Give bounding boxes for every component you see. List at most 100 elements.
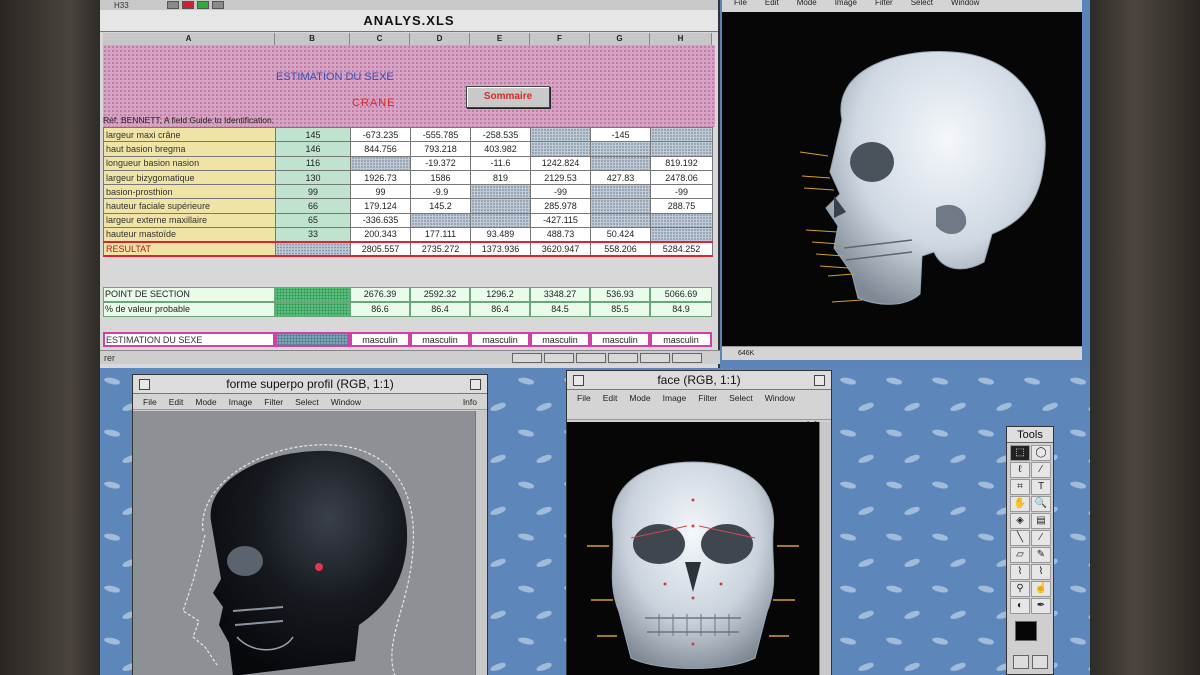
menu-filter[interactable]: Filter <box>875 0 893 12</box>
value-cell[interactable] <box>590 141 651 157</box>
value-cell[interactable]: -673.235 <box>350 126 411 143</box>
value-cell[interactable] <box>590 184 651 200</box>
type-tool-icon[interactable]: T <box>1031 479 1051 495</box>
pencil-tool-icon[interactable]: ✎ <box>1031 547 1051 563</box>
value-cell[interactable] <box>650 212 713 229</box>
measure-cell[interactable]: 65 <box>275 212 351 229</box>
value-cell[interactable]: 1296.2 <box>470 287 530 302</box>
bucket-tool-icon[interactable]: ◈ <box>1010 513 1030 529</box>
value-cell[interactable]: masculin <box>650 332 712 347</box>
value-cell[interactable] <box>470 198 531 214</box>
value-cell[interactable]: 536.93 <box>590 287 650 302</box>
value-cell[interactable] <box>470 184 531 200</box>
column-header-b[interactable]: B <box>275 33 350 45</box>
vertical-scrollbar[interactable] <box>475 411 487 675</box>
menu-window[interactable]: Window <box>765 391 795 405</box>
lasso-tool-icon[interactable]: ℓ <box>1010 462 1030 478</box>
measure-cell[interactable]: 130 <box>275 169 351 186</box>
menu-file[interactable]: File <box>577 391 591 405</box>
value-cell[interactable]: 427.83 <box>590 169 651 186</box>
value-cell[interactable]: 5066.69 <box>650 287 712 302</box>
menu-filter[interactable]: Filter <box>264 394 283 409</box>
value-cell[interactable]: 179.124 <box>350 198 411 214</box>
value-cell[interactable]: 2129.53 <box>530 169 591 186</box>
eyedropper-tool-icon[interactable]: ⁄ <box>1031 530 1051 546</box>
value-cell[interactable]: 403.982 <box>470 141 531 157</box>
menu-edit[interactable]: Edit <box>169 394 184 409</box>
menu-select[interactable]: Select <box>729 391 753 405</box>
menu-image[interactable]: Image <box>835 0 857 12</box>
marquee-tool-icon[interactable]: ⬚ <box>1010 445 1030 461</box>
value-cell[interactable]: 84.5 <box>530 302 590 317</box>
image-canvas[interactable] <box>567 422 819 675</box>
measure-cell[interactable]: 116 <box>275 155 351 171</box>
menu-filter[interactable]: Filter <box>698 391 717 405</box>
value-cell[interactable]: 819 <box>470 169 531 186</box>
value-cell[interactable]: 1242.824 <box>530 155 591 171</box>
result-cell[interactable]: 1373.936 <box>470 240 531 258</box>
title-bar[interactable]: forme superpo profil (RGB, 1:1) <box>133 375 487 394</box>
value-cell[interactable]: -11.6 <box>470 155 531 171</box>
row-label[interactable]: largeur maxi crâne <box>103 126 276 143</box>
value-cell[interactable] <box>470 212 531 229</box>
vertical-scrollbar[interactable] <box>819 422 831 675</box>
result-cell[interactable]: 558.206 <box>590 240 651 258</box>
result-blank-cell[interactable] <box>275 240 351 258</box>
blank-cell[interactable] <box>275 287 350 302</box>
airbrush-tool-icon[interactable]: ⌇ <box>1010 564 1030 580</box>
value-cell[interactable]: -145 <box>590 126 651 143</box>
result-cell[interactable]: 3620.947 <box>530 240 591 258</box>
value-cell[interactable]: 85.5 <box>590 302 650 317</box>
value-cell[interactable] <box>530 126 591 143</box>
menu-image[interactable]: Image <box>663 391 687 405</box>
value-cell[interactable]: -555.785 <box>410 126 471 143</box>
menu-mode[interactable]: Mode <box>629 391 650 405</box>
close-box-icon[interactable] <box>573 375 584 386</box>
value-cell[interactable]: 288.75 <box>650 198 713 214</box>
value-cell[interactable]: 86.4 <box>410 302 470 317</box>
hand-tool-icon[interactable]: ✋ <box>1010 496 1030 512</box>
foreground-color-swatch[interactable] <box>1015 621 1037 641</box>
dodge-tool-icon[interactable]: ◐ <box>1010 598 1030 614</box>
menu-window[interactable]: Window <box>951 0 979 12</box>
blank-cell[interactable] <box>275 302 350 317</box>
row-label[interactable]: largeur externe maxillaire <box>103 212 276 229</box>
lasso-ellipse-tool-icon[interactable]: ◯ <box>1031 445 1051 461</box>
value-cell[interactable]: 819.192 <box>650 155 713 171</box>
value-cell[interactable] <box>650 141 713 157</box>
value-cell[interactable] <box>650 126 713 143</box>
row-label[interactable]: largeur bizygomatique <box>103 169 276 186</box>
title-bar[interactable]: face (RGB, 1:1) <box>567 371 831 390</box>
brush-tool-icon[interactable]: ⌇ <box>1031 564 1051 580</box>
value-cell[interactable]: 1586 <box>410 169 471 186</box>
row-label[interactable]: basion-prosthion <box>103 184 276 200</box>
row-label[interactable]: longueur basion nasion <box>103 155 276 171</box>
value-cell[interactable]: 1926.73 <box>350 169 411 186</box>
value-cell[interactable]: -336.635 <box>350 212 411 229</box>
value-cell[interactable]: 86.6 <box>350 302 410 317</box>
zoom-box-icon[interactable] <box>470 379 481 390</box>
value-cell[interactable]: -258.535 <box>470 126 531 143</box>
value-cell[interactable] <box>530 141 591 157</box>
menu-image[interactable]: Image <box>229 394 253 409</box>
value-cell[interactable]: 200.343 <box>350 227 411 243</box>
value-cell[interactable]: masculin <box>470 332 530 347</box>
column-header-h[interactable]: H <box>650 33 712 45</box>
line-tool-icon[interactable]: ╲ <box>1010 530 1030 546</box>
result-label[interactable]: RESULTAT <box>103 240 276 258</box>
pen-tool-icon[interactable]: ✒ <box>1031 598 1051 614</box>
value-cell[interactable]: 145.2 <box>410 198 471 214</box>
menu-window[interactable]: Window <box>331 394 361 409</box>
column-header-d[interactable]: D <box>410 33 470 45</box>
profile-window[interactable]: forme superpo profil (RGB, 1:1) File Edit… <box>132 374 488 675</box>
result-cell[interactable]: 5284.252 <box>650 240 713 258</box>
value-cell[interactable]: 86.4 <box>470 302 530 317</box>
value-cell[interactable]: 2478.06 <box>650 169 713 186</box>
crop-tool-icon[interactable]: ⌗ <box>1010 479 1030 495</box>
value-cell[interactable]: 99 <box>350 184 411 200</box>
image-canvas[interactable] <box>133 411 475 675</box>
value-cell[interactable]: -99 <box>530 184 591 200</box>
value-cell[interactable]: 285.978 <box>530 198 591 214</box>
summary-button[interactable]: Sommaire <box>466 86 550 108</box>
menu-info[interactable]: Info <box>463 394 477 409</box>
